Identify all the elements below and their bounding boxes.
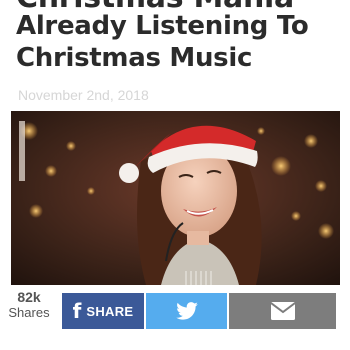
facebook-share-button[interactable]: f SHARE <box>62 293 144 329</box>
email-share-button[interactable] <box>229 293 336 329</box>
article-headline: Already Listening To Christmas Music <box>16 11 309 73</box>
share-count-value: 82k <box>17 289 41 305</box>
article-date: November 2nd, 2018 <box>18 87 149 103</box>
twitter-icon <box>175 302 198 320</box>
facebook-icon: f <box>72 299 82 323</box>
share-count: 82k Shares <box>0 289 58 321</box>
page-bottom <box>0 329 350 350</box>
mail-icon <box>270 302 295 320</box>
photo-woman-santa-hat <box>11 111 340 285</box>
twitter-share-button[interactable] <box>146 293 227 329</box>
facebook-share-label: SHARE <box>86 303 134 319</box>
article-photo <box>11 111 340 285</box>
headline-area: Christmas Mania Already Listening To Chr… <box>0 0 350 98</box>
share-count-label: Shares <box>8 305 50 320</box>
